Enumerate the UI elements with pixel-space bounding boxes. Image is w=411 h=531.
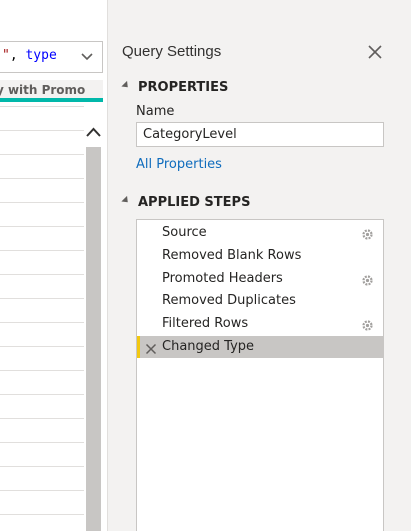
gear-icon[interactable]: [361, 317, 374, 331]
applied-step[interactable]: Changed Type: [137, 336, 383, 358]
applied-steps-heading: APPLIED STEPS: [138, 195, 251, 210]
grid-row-line: [0, 154, 84, 155]
grid-row-line: [0, 202, 84, 203]
close-icon[interactable]: [366, 43, 384, 61]
collapse-triangle-icon: [121, 195, 131, 206]
grid-row-line: [0, 274, 84, 275]
grid-row-line: [0, 130, 84, 131]
data-grid-area: ", type Qty with Promo: [0, 0, 107, 531]
grid-row-line: [0, 394, 84, 395]
grid-row-line: [0, 298, 84, 299]
grid-row-line: [0, 178, 84, 179]
grid-row-line: [0, 226, 84, 227]
formula-quote: ": [2, 48, 10, 63]
query-name-input[interactable]: [136, 122, 384, 147]
grid-row-line: [0, 418, 84, 419]
formula-bar[interactable]: ", type: [0, 41, 103, 73]
applied-step[interactable]: Removed Duplicates: [137, 290, 383, 312]
name-label: Name: [136, 104, 175, 119]
grid-row-line: [0, 106, 84, 107]
applied-step-label: Removed Duplicates: [162, 293, 296, 309]
grid-row-line: [0, 346, 84, 347]
applied-steps-list: Source Removed Blank Rows Promoted Headers…: [136, 219, 384, 531]
applied-step-label: Source: [162, 225, 207, 240]
pane-title: Query Settings: [122, 43, 222, 60]
applied-step[interactable]: Source: [137, 222, 383, 244]
chevron-down-icon[interactable]: [80, 51, 94, 63]
query-settings-pane: Query Settings PROPERTIES Name All Prope…: [107, 0, 411, 531]
applied-step[interactable]: Filtered Rows: [137, 313, 383, 335]
delete-step-icon[interactable]: [145, 340, 157, 355]
applied-step[interactable]: Promoted Headers: [137, 268, 383, 290]
properties-heading: PROPERTIES: [138, 80, 229, 95]
column-header[interactable]: Qty with Promo: [0, 80, 103, 102]
applied-step-label: Removed Blank Rows: [162, 247, 302, 263]
scrollbar-thumb[interactable]: [86, 147, 101, 531]
grid-row-line: [0, 514, 84, 515]
gear-icon[interactable]: [361, 272, 374, 286]
collapse-triangle-icon: [121, 80, 131, 91]
grid-row-line: [0, 442, 84, 443]
properties-section-toggle[interactable]: PROPERTIES: [121, 80, 229, 95]
grid-row-line: [0, 322, 84, 323]
column-header-label: Qty with Promo: [0, 83, 86, 97]
gear-icon[interactable]: [361, 226, 374, 240]
grid-row-line: [0, 250, 84, 251]
selected-step-marker: [137, 336, 140, 358]
applied-step-label: Filtered Rows: [162, 316, 249, 332]
grid-row-line: [0, 490, 84, 491]
applied-step[interactable]: Removed Blank Rows: [137, 245, 383, 267]
applied-step-label: Changed Type: [162, 339, 255, 354]
grid-rows: [0, 106, 84, 531]
applied-steps-section-toggle[interactable]: APPLIED STEPS: [121, 195, 251, 210]
formula-text[interactable]: ", type: [2, 48, 57, 63]
all-properties-link[interactable]: All Properties: [136, 157, 222, 172]
formula-comma: ,: [9, 48, 18, 63]
grid-row-line: [0, 466, 84, 467]
chevron-up-icon[interactable]: [84, 122, 103, 142]
grid-row-line: [0, 370, 84, 371]
formula-keyword: type: [25, 48, 57, 63]
applied-step-label: Promoted Headers: [162, 270, 283, 286]
